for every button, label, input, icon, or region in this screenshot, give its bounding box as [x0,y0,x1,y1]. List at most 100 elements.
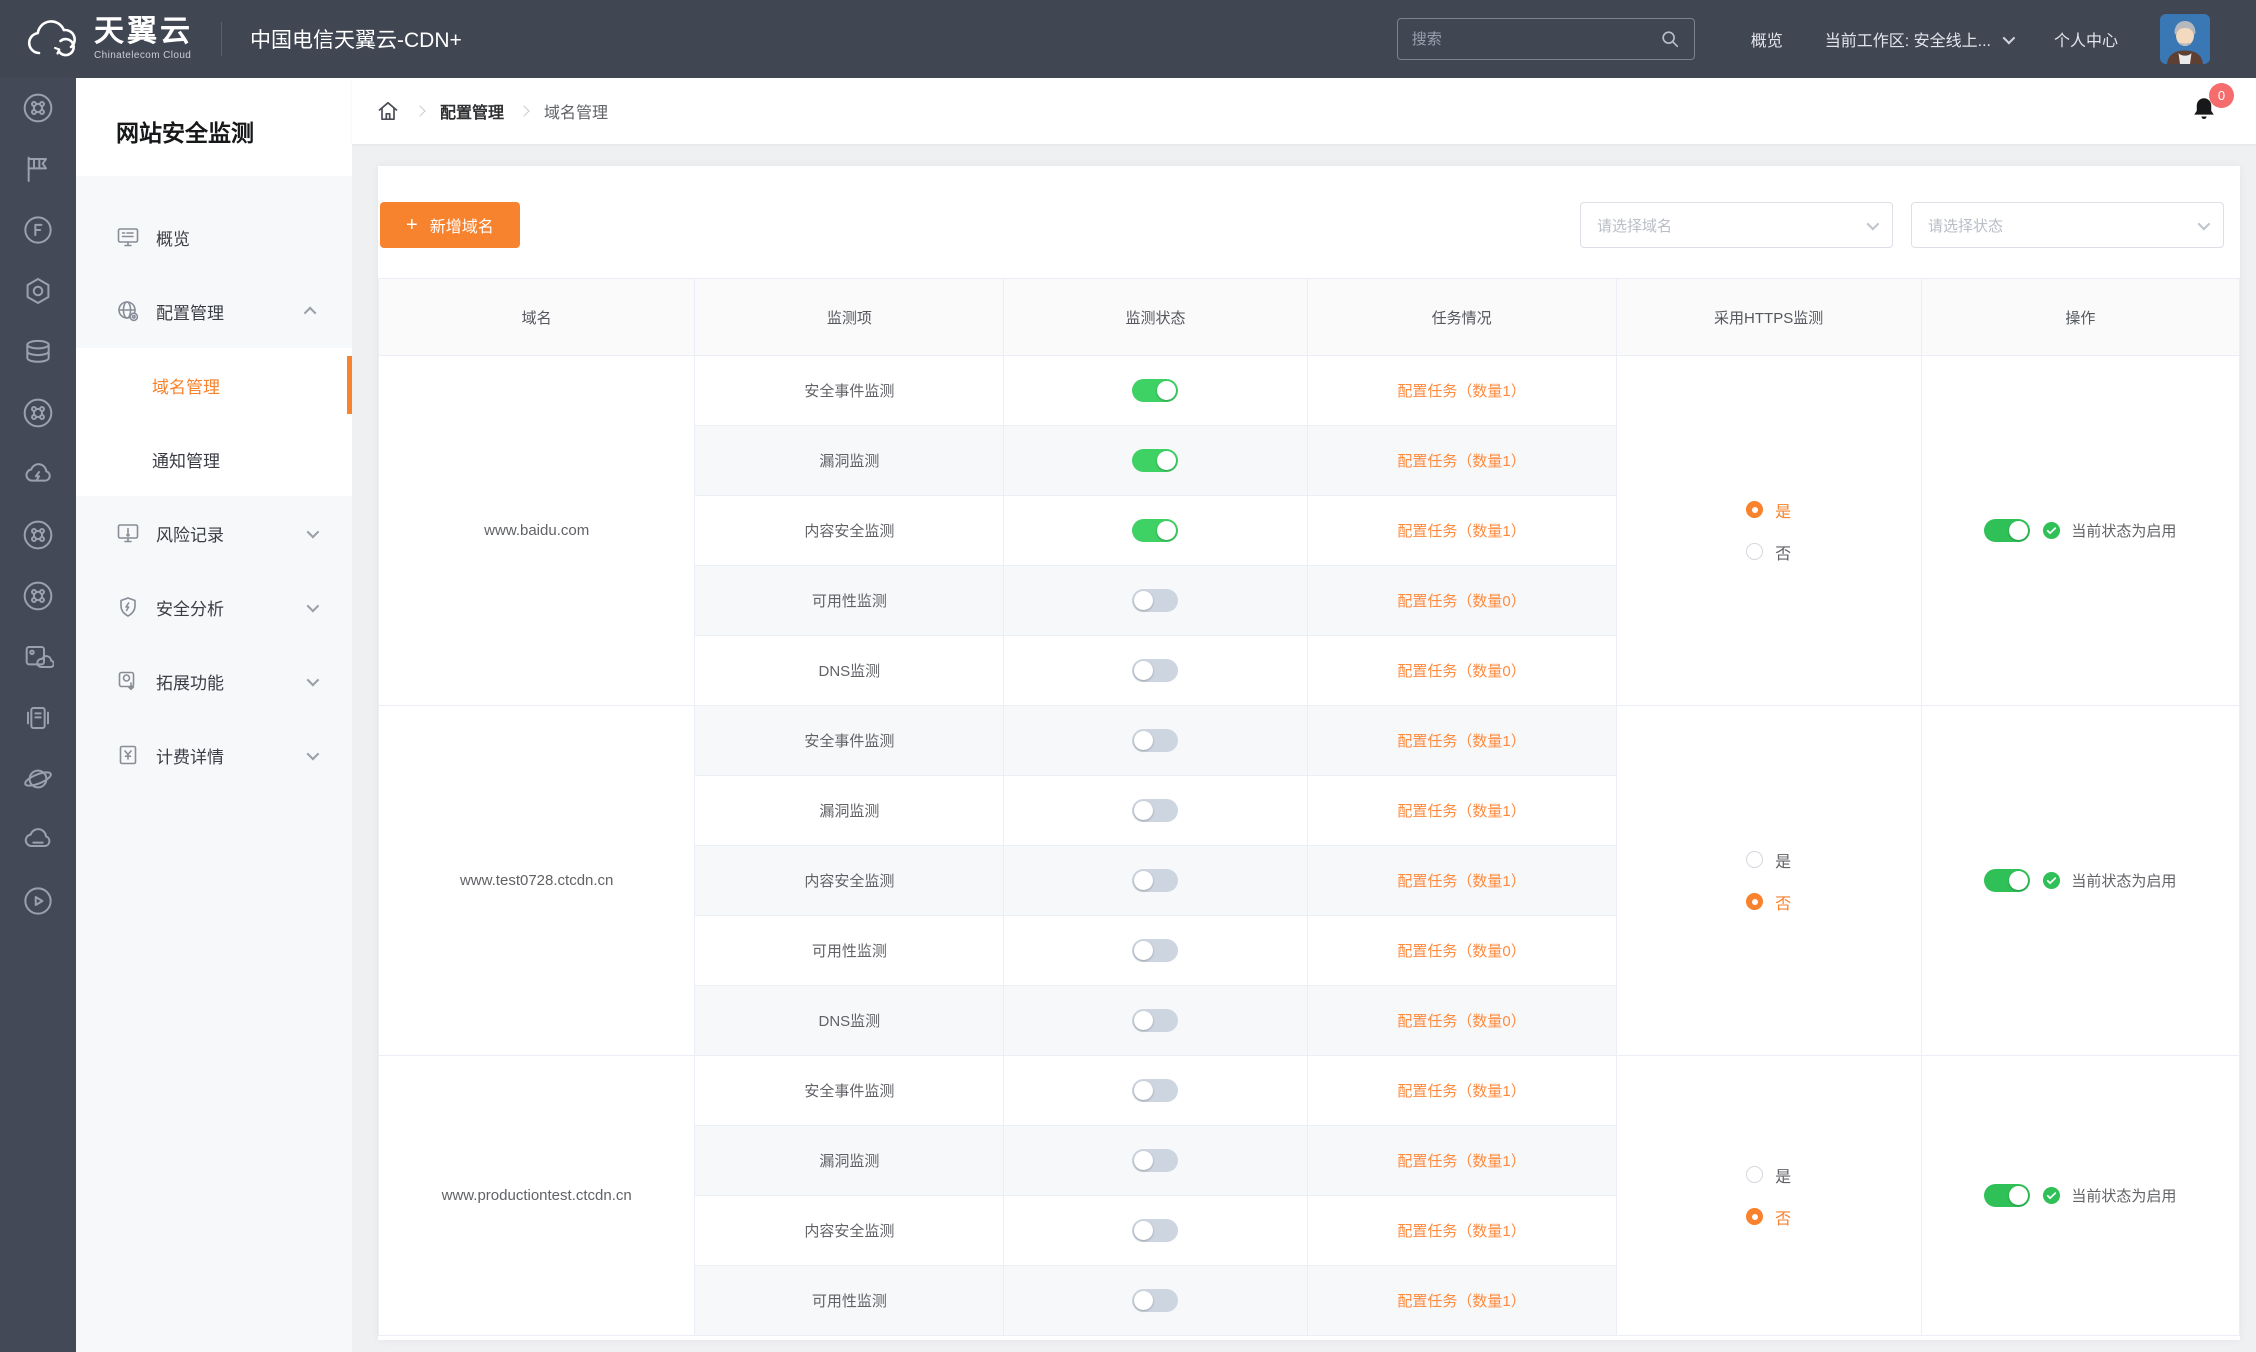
configure-task-link[interactable]: 配置任务（数量0） [1397,593,1525,610]
extend-box-icon [116,669,140,693]
notification-bell[interactable]: 0 [2190,95,2218,128]
monitor-status-toggle[interactable] [1132,449,1178,472]
image-cloud-icon[interactable] [22,641,54,673]
domain-enable-toggle[interactable] [1984,519,2030,542]
cloud-logo-icon [24,18,82,60]
sidebar-item-notification-management[interactable]: 通知管理 [76,422,352,496]
monitor-status-toggle[interactable] [1132,1079,1178,1102]
toggle-knob [1134,1081,1153,1100]
configure-task-link[interactable]: 配置任务（数量0） [1397,1013,1525,1030]
configure-task-link[interactable]: 配置任务（数量1） [1397,1153,1525,1170]
header-domain: 域名 [379,279,695,356]
sidebar-item-security-analysis[interactable]: 安全分析 [76,570,352,644]
actions-cell: 当前状态为启用 [1921,1056,2239,1336]
add-domain-button[interactable]: + 新增域名 [380,202,520,248]
radio-icon [1746,501,1763,518]
play-circle-icon[interactable] [22,885,54,917]
f-circle-icon[interactable] [22,214,54,246]
configure-task-link[interactable]: 配置任务（数量1） [1397,1293,1525,1310]
configure-task-link[interactable]: 配置任务（数量1） [1397,1223,1525,1240]
breadcrumb-section[interactable]: 配置管理 [440,99,504,123]
main-content: 配置管理 域名管理 0 + 新增域名 请选择域名 请选择状态 [352,78,2256,1352]
planet-icon[interactable] [22,763,54,795]
https-yes-radio[interactable]: 是 [1746,498,1791,522]
sidebar-item-label: 配置管理 [156,299,224,324]
sidebar-item-risk-records[interactable]: 风险记录 [76,496,352,570]
workflow-circle-icon[interactable] [22,92,54,124]
personal-center-link[interactable]: 个人中心 [2054,27,2118,51]
monitor-status-toggle[interactable] [1132,729,1178,752]
monitor-item-cell: DNS监测 [695,636,1004,706]
https-yes-label: 是 [1775,498,1791,522]
monitor-status-toggle[interactable] [1132,1009,1178,1032]
monitor-status-toggle[interactable] [1132,869,1178,892]
toggle-knob [1134,871,1153,890]
monitor-status-toggle[interactable] [1132,939,1178,962]
monitor-status-toggle[interactable] [1132,1149,1178,1172]
sidebar-item-billing-details[interactable]: 计费详情 [76,718,352,792]
workflow-circle-icon[interactable] [22,580,54,612]
flag-icon[interactable] [22,153,54,185]
brand-logo[interactable]: 天翼云 Chinatelecom Cloud [24,17,193,61]
monitor-status-toggle[interactable] [1132,1289,1178,1312]
status-filter-select[interactable]: 请选择状态 [1911,202,2224,248]
workflow-circle-icon[interactable] [22,519,54,551]
chevron-down-icon [2003,31,2016,44]
cloud-icon[interactable] [22,824,54,856]
configure-task-link[interactable]: 配置任务（数量1） [1397,803,1525,820]
radio-icon [1746,851,1763,868]
monitor-item-cell: DNS监测 [695,986,1004,1056]
avatar[interactable] [2160,14,2210,64]
https-no-radio[interactable]: 否 [1746,890,1791,914]
monitor-status-toggle[interactable] [1132,379,1178,402]
https-no-radio[interactable]: 否 [1746,1205,1791,1229]
shield-icon [116,595,140,619]
domain-filter-select[interactable]: 请选择域名 [1580,202,1893,248]
radio-icon [1746,543,1763,560]
monitor-status-cell [1004,1266,1307,1336]
monitor-status-toggle[interactable] [1132,589,1178,612]
configure-task-link[interactable]: 配置任务（数量1） [1397,733,1525,750]
home-icon[interactable] [376,99,400,123]
config-submenu: 域名管理 通知管理 [76,348,352,496]
configure-task-link[interactable]: 配置任务（数量1） [1397,383,1525,400]
server-icon[interactable] [22,702,54,734]
search-input[interactable] [1412,31,1660,48]
sidebar-item-domain-management[interactable]: 域名管理 [76,348,352,422]
domain-enable-toggle[interactable] [1984,1184,2030,1207]
search-icon[interactable] [1660,29,1680,49]
https-yes-radio[interactable]: 是 [1746,848,1791,872]
workspace-label: 当前工作区: 安全线上... [1825,27,1991,51]
product-title: 中国电信天翼云-CDN+ [250,24,462,54]
sidebar-subitem-label: 通知管理 [152,447,220,472]
monitor-status-cell [1004,1196,1307,1266]
sidebar-item-config[interactable]: 配置管理 [76,274,352,348]
configure-task-link[interactable]: 配置任务（数量1） [1397,523,1525,540]
monitor-status-toggle[interactable] [1132,1219,1178,1242]
configure-task-link[interactable]: 配置任务（数量0） [1397,663,1525,680]
https-no-radio[interactable]: 否 [1746,540,1791,564]
configure-task-link[interactable]: 配置任务（数量1） [1397,453,1525,470]
sidebar-item-extended-features[interactable]: 拓展功能 [76,644,352,718]
sidebar-item-overview[interactable]: 概览 [76,200,352,274]
monitor-status-toggle[interactable] [1132,799,1178,822]
configure-task-link[interactable]: 配置任务（数量0） [1397,943,1525,960]
overview-link[interactable]: 概览 [1751,27,1783,51]
workspace-selector[interactable]: 当前工作区: 安全线上... [1825,27,2012,51]
monitor-status-toggle[interactable] [1132,519,1178,542]
topbar: 天翼云 Chinatelecom Cloud 中国电信天翼云-CDN+ 概览 当… [0,0,2256,78]
configure-task-link[interactable]: 配置任务（数量1） [1397,873,1525,890]
workflow-circle-icon[interactable] [22,397,54,429]
hexagon-nut-icon[interactable] [22,275,54,307]
monitor-status-toggle[interactable] [1132,659,1178,682]
task-cell: 配置任务（数量0） [1307,636,1616,706]
sidebar-item-label: 安全分析 [156,595,224,620]
domain-enable-toggle[interactable] [1984,869,2030,892]
database-icon[interactable] [22,336,54,368]
https-yes-radio[interactable]: 是 [1746,1163,1791,1187]
task-cell: 配置任务（数量1） [1307,1266,1616,1336]
chevron-down-icon [307,599,320,612]
header-task-status: 任务情况 [1307,279,1616,356]
configure-task-link[interactable]: 配置任务（数量1） [1397,1083,1525,1100]
cloud-bolt-icon[interactable] [22,458,54,490]
